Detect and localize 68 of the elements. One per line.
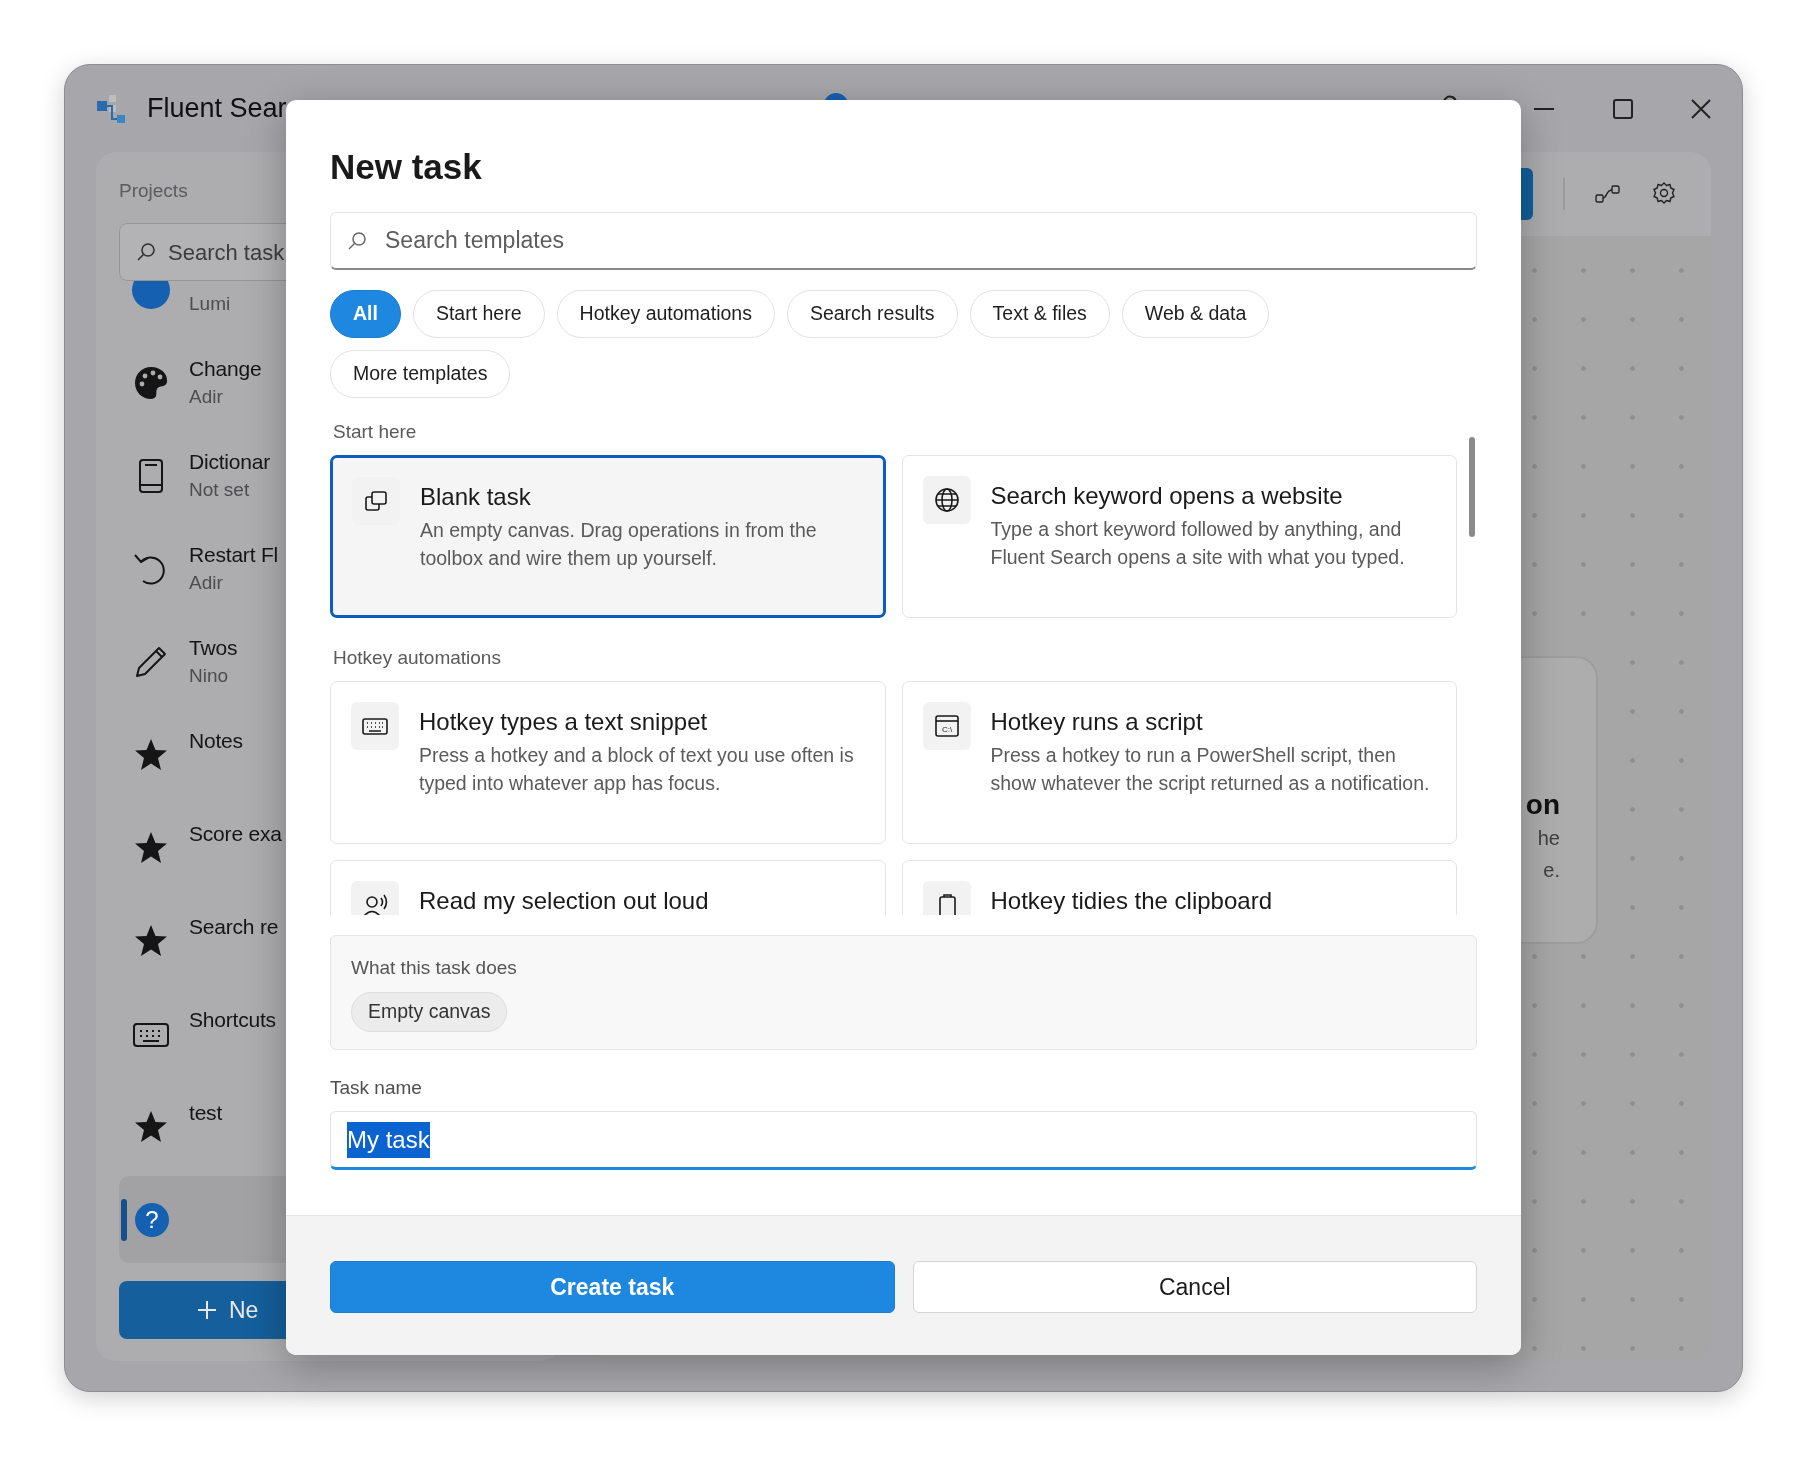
clipboard-icon bbox=[922, 881, 971, 915]
card-text: he bbox=[1537, 826, 1560, 851]
template-description: An empty canvas. Drag operations in from the toolbox and wire them up yourself. bbox=[420, 518, 818, 571]
template-card[interactable]: Read my selection out loud bbox=[330, 860, 886, 915]
plus-icon bbox=[197, 1300, 217, 1320]
project-owner: Lumi bbox=[189, 292, 231, 316]
project-name[interactable]: test bbox=[189, 1098, 223, 1128]
project-name[interactable]: Notes bbox=[189, 726, 243, 756]
template-card[interactable]: Search keyword opens a website Type a short keyword followed by anything, and Fluent Search opens a site with what you typed. bbox=[901, 455, 1457, 618]
app-logo bbox=[97, 94, 127, 123]
project-owner: Nino bbox=[189, 664, 230, 688]
search-icon bbox=[136, 242, 156, 262]
template-description: Type a short keyword followed by anything, and Fluent Search opens a site with what you typed. bbox=[990, 517, 1406, 570]
sidebar-heading: Projects bbox=[119, 179, 189, 203]
project-name[interactable]: Shortcuts bbox=[189, 1005, 276, 1035]
template-description: Press a hotkey to run a PowerShell script, then show whatever the script returned as a notification. bbox=[990, 743, 1431, 796]
avatar-icon bbox=[131, 281, 171, 310]
dialog-title: New task bbox=[330, 146, 483, 188]
filter-chip[interactable]: More templates bbox=[330, 350, 511, 398]
summary-heading: What this task does bbox=[351, 956, 518, 980]
project-name[interactable]: Change bbox=[189, 354, 262, 384]
project-owner: Adir bbox=[189, 385, 224, 409]
field-label: Task name bbox=[330, 1076, 423, 1100]
connector-icon[interactable] bbox=[1595, 184, 1621, 204]
task-name-field[interactable]: My task bbox=[330, 1111, 1477, 1170]
template-card[interactable]: Hotkey tidies the clipboard bbox=[901, 860, 1457, 915]
summary-tag: Empty canvas bbox=[351, 992, 508, 1032]
template-title: Hotkey types a text snippet bbox=[419, 707, 709, 737]
scrollbar-thumb[interactable] bbox=[1469, 437, 1475, 537]
filter-chip[interactable]: All bbox=[330, 290, 401, 338]
window-title: Fluent Sear bbox=[147, 92, 287, 126]
card-title: on bbox=[1525, 788, 1560, 822]
cancel-button[interactable]: Cancel bbox=[912, 1261, 1477, 1313]
template-title: Hotkey runs a script bbox=[990, 707, 1204, 737]
template-title: Hotkey tidies the clipboard bbox=[990, 886, 1272, 915]
card-text: e. bbox=[1543, 858, 1560, 883]
globe-icon bbox=[922, 476, 971, 524]
template-title: Blank task bbox=[420, 482, 532, 512]
project-name[interactable]: Restart Fl bbox=[189, 540, 278, 570]
section-heading: Start here bbox=[332, 420, 418, 444]
filter-chip[interactable]: Web & data bbox=[1121, 290, 1270, 338]
section-heading: Hotkey automations bbox=[332, 646, 502, 670]
create-button[interactable]: Create task bbox=[330, 1261, 895, 1313]
terminal-icon: C:\ bbox=[922, 702, 971, 750]
template-title: Search keyword opens a website bbox=[990, 481, 1344, 511]
template-card[interactable]: Blank task An empty canvas. Drag operations in from the toolbox and wire them up yourself. bbox=[330, 455, 886, 618]
project-name[interactable]: Score exa bbox=[189, 819, 282, 849]
filter-chip[interactable]: Search results bbox=[786, 290, 958, 338]
project-name[interactable]: Dictionar bbox=[189, 447, 271, 477]
filter-chip[interactable]: Hotkey automations bbox=[556, 290, 775, 338]
template-card[interactable]: C:\ Hotkey runs a script Press a hotkey to run a PowerShell script, then show whatever the script returned as a notification. bbox=[901, 681, 1457, 844]
search-icon bbox=[347, 230, 367, 251]
field-value: My task bbox=[347, 1121, 430, 1158]
maximize-icon[interactable] bbox=[1612, 97, 1634, 120]
project-name[interactable]: Twos bbox=[189, 633, 238, 663]
speaking-person-icon bbox=[351, 881, 399, 915]
filter-chip[interactable]: Start here bbox=[412, 290, 545, 338]
filter-chip[interactable]: Text & files bbox=[969, 290, 1110, 338]
template-search-field[interactable]: Search templates bbox=[330, 212, 1477, 270]
keyboard-icon bbox=[351, 702, 399, 750]
close-icon[interactable] bbox=[1690, 97, 1712, 120]
template-description: Press a hotkey and a block of text you use often is typed into whatever app has focus. bbox=[419, 743, 855, 796]
project-owner: Not set bbox=[189, 478, 251, 502]
project-name[interactable]: Search re bbox=[189, 912, 279, 942]
project-owner: Adir bbox=[189, 571, 224, 595]
template-card[interactable]: Hotkey types a text snippet Press a hotkey and a block of text you use often is typed into whatever app has focus. bbox=[330, 681, 886, 844]
help-glyph: ? bbox=[135, 1202, 169, 1237]
template-title: Read my selection out loud bbox=[419, 886, 709, 915]
